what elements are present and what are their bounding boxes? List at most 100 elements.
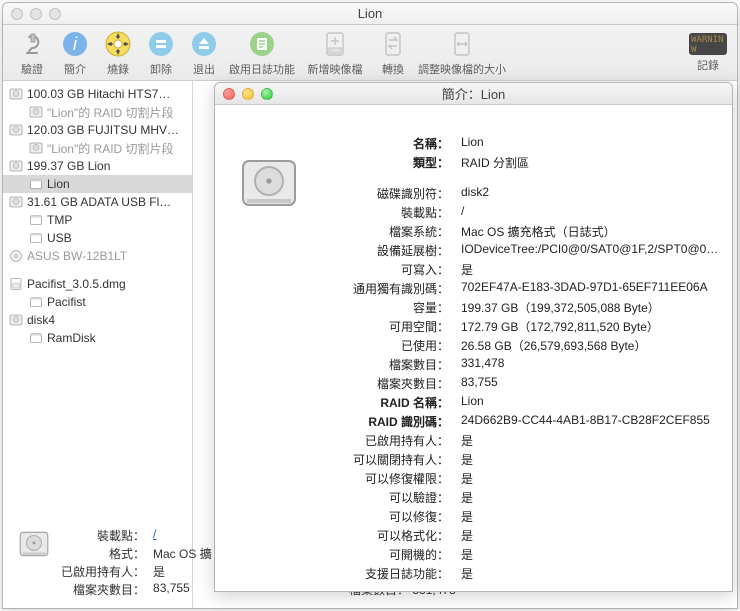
disk-icon	[9, 123, 23, 137]
info-key: 磁碟識別符：	[333, 185, 449, 202]
info-key: 可以關閉持有人：	[333, 451, 449, 468]
info-value: 是	[461, 470, 720, 487]
window-title: Lion	[3, 6, 737, 21]
info-key: 設備延展樹：	[333, 242, 449, 259]
resize-image-button[interactable]: 調整映像檔的大小	[415, 29, 509, 77]
journal-icon	[247, 29, 277, 59]
sidebar-item[interactable]: Lion	[3, 175, 192, 193]
info-value: 26.58 GB（26,579,693,568 Byte）	[461, 337, 720, 354]
toolbar: 驗證 i 簡介 燒錄 卸除 退出	[3, 25, 737, 81]
info-key: 檔案數目：	[333, 356, 449, 373]
info-key: 可以修復：	[333, 508, 449, 525]
sidebar-item[interactable]: RamDisk	[3, 329, 192, 347]
sidebar-item-label: 199.37 GB Lion	[27, 159, 110, 173]
hard-disk-icon	[17, 527, 51, 561]
main-titlebar[interactable]: Lion	[3, 3, 737, 25]
log-button[interactable]: WARNINW 7:B61 記錄	[687, 29, 729, 73]
info-icon: i	[60, 29, 90, 59]
sidebar-item-label: Pacifist	[47, 295, 86, 309]
info-key: 可以修復權限：	[333, 470, 449, 487]
close-button[interactable]	[223, 88, 235, 100]
sidebar-item[interactable]: USB	[3, 229, 192, 247]
zoom-button[interactable]	[49, 8, 61, 20]
info-value: 是	[461, 432, 720, 449]
sidebar-item[interactable]: "Lion"的 RAID 切割片段	[3, 103, 192, 121]
optical-icon	[9, 249, 23, 263]
eject-icon	[189, 29, 219, 59]
info-window-title: 簡介：Lion	[215, 84, 732, 103]
info-key: 可以格式化：	[333, 527, 449, 544]
info-key: 裝載點：	[333, 204, 449, 221]
sidebar-item[interactable]: 120.03 GB FUJITSU MHV…	[3, 121, 192, 139]
info-value: Lion	[461, 394, 720, 411]
minimize-button[interactable]	[30, 8, 42, 20]
raid-icon	[29, 141, 43, 155]
sidebar-item[interactable]: "Lion"的 RAID 切割片段	[3, 139, 192, 157]
enable-journaling-button[interactable]: 啟用日誌功能	[226, 29, 298, 77]
disk-icon	[9, 159, 23, 173]
minimize-button[interactable]	[242, 88, 254, 100]
new-image-button[interactable]: 新增映像檔	[299, 29, 371, 77]
verify-button[interactable]: 驗證	[11, 29, 53, 77]
raid-icon	[29, 105, 43, 119]
vol-icon	[29, 231, 43, 245]
info-value: 是	[461, 546, 720, 563]
info-key: 支援日誌功能：	[333, 565, 449, 582]
zoom-button[interactable]	[261, 88, 273, 100]
info-value: 是	[461, 451, 720, 468]
window-controls	[11, 8, 61, 20]
sidebar-item-label: 120.03 GB FUJITSU MHV…	[27, 123, 179, 137]
convert-icon	[378, 29, 408, 59]
sidebar-item[interactable]: disk4	[3, 311, 192, 329]
info-value: 是	[461, 261, 720, 278]
info-value[interactable]: 702EF47A-E183-3DAD-97D1-65EF711EE06A	[461, 280, 720, 297]
sidebar-item[interactable]: Pacifist_3.0.5.dmg	[3, 275, 192, 293]
burn-button[interactable]: 燒錄	[97, 29, 139, 77]
log-icon: WARNINW 7:B61	[689, 33, 727, 55]
eject-button[interactable]: 退出	[183, 29, 225, 77]
info-value: 是	[461, 489, 720, 506]
info-value: 是	[461, 565, 720, 582]
info-key: 檔案夾數目：	[333, 375, 449, 392]
sidebar-item[interactable]: Pacifist	[3, 293, 192, 311]
sidebar-item[interactable]: 100.03 GB Hitachi HTS7…	[3, 85, 192, 103]
sidebar-item[interactable]: 31.61 GB ADATA USB Fl…	[3, 193, 192, 211]
dmg-icon	[9, 277, 23, 291]
vol-icon	[29, 295, 43, 309]
info-key: 可開機的：	[333, 546, 449, 563]
mount-point-link[interactable]: /	[153, 527, 156, 541]
info-value: /	[461, 204, 720, 221]
info-key: 通用獨有識別碼：	[333, 280, 449, 297]
unmount-button[interactable]: 卸除	[140, 29, 182, 77]
info-key: 已啟用持有人：	[333, 432, 449, 449]
vol-icon	[29, 331, 43, 345]
info-value: disk2	[461, 185, 720, 202]
sidebar-item-label: RamDisk	[47, 331, 96, 345]
disk-icon	[9, 313, 23, 327]
info-value: 172.79 GB（172,792,811,520 Byte）	[461, 318, 720, 335]
info-value: 331,478	[461, 356, 720, 373]
sidebar-item-label: 100.03 GB Hitachi HTS7…	[27, 87, 170, 101]
sidebar-item[interactable]: TMP	[3, 211, 192, 229]
info-titlebar[interactable]: 簡介：Lion	[215, 83, 732, 105]
resize-icon	[447, 29, 477, 59]
info-value: Mac OS 擴充格式（日誌式）	[461, 223, 720, 240]
convert-button[interactable]: 轉換	[372, 29, 414, 77]
close-button[interactable]	[11, 8, 23, 20]
info-button[interactable]: i 簡介	[54, 29, 96, 77]
sidebar-item-label: USB	[47, 231, 72, 245]
info-key: RAID 識別碼：	[333, 413, 449, 430]
sidebar-item-label: Pacifist_3.0.5.dmg	[27, 277, 126, 291]
footer-info: 裝載點：/ 格式：Mac OS 擴 已啟用持有人：是 檔案夾數目：83,755	[17, 527, 212, 598]
sidebar-item-label: "Lion"的 RAID 切割片段	[47, 140, 174, 157]
info-key: 可以驗證：	[333, 489, 449, 506]
window-controls	[223, 88, 273, 100]
info-key: 檔案系統：	[333, 223, 449, 240]
info-value: 199.37 GB（199,372,505,088 Byte）	[461, 299, 720, 316]
sidebar-item-label: ASUS BW-12B1LT	[27, 249, 127, 263]
info-key: 已使用：	[333, 337, 449, 354]
sidebar-item[interactable]: ASUS BW-12B1LT	[3, 247, 192, 265]
burn-icon	[103, 29, 133, 59]
sidebar-item-label: disk4	[27, 313, 55, 327]
sidebar-item[interactable]: 199.37 GB Lion	[3, 157, 192, 175]
